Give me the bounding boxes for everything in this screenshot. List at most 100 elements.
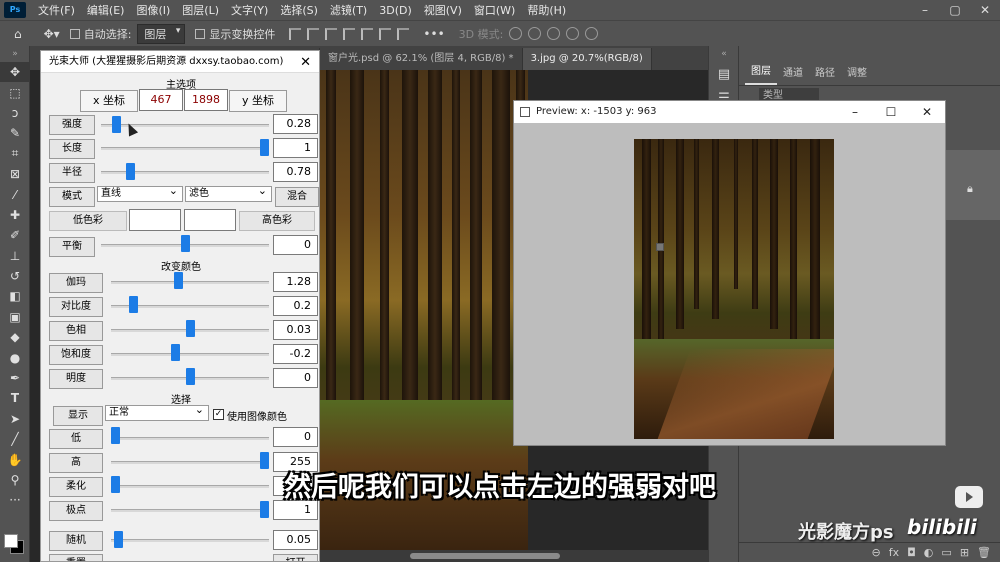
- pole-label[interactable]: 极点: [49, 501, 103, 521]
- orbit-3d-icon[interactable]: [509, 27, 523, 40]
- align-center-icon[interactable]: [307, 27, 320, 40]
- menu-layer[interactable]: 图层(L): [176, 2, 225, 18]
- align-right-icon[interactable]: [325, 27, 338, 40]
- brightness-slider[interactable]: [185, 368, 195, 385]
- high-threshold-label[interactable]: 高: [49, 453, 103, 473]
- soften-slider[interactable]: [111, 476, 120, 493]
- roll-3d-icon[interactable]: [528, 27, 542, 40]
- menu-file[interactable]: 文件(F): [32, 2, 81, 18]
- soften-label[interactable]: 柔化: [49, 477, 103, 497]
- balance-slider[interactable]: [180, 235, 190, 252]
- marquee-tool-icon[interactable]: ⬚: [0, 82, 30, 102]
- scrollbar-thumb[interactable]: [410, 553, 560, 559]
- blend-select[interactable]: 滤色: [185, 184, 272, 202]
- move-tool-icon[interactable]: ✥▾: [44, 24, 60, 44]
- align-bottom-icon[interactable]: [379, 27, 392, 40]
- eraser-tool-icon[interactable]: ◧: [0, 286, 30, 306]
- align-middle-icon[interactable]: [361, 27, 374, 40]
- close-icon[interactable]: ✕: [970, 0, 1000, 20]
- gamma-slider[interactable]: [173, 272, 183, 289]
- y-coordinate-input[interactable]: 1898: [184, 89, 228, 111]
- use-image-color-checkbox[interactable]: ✓: [213, 409, 224, 420]
- menu-select[interactable]: 选择(S): [274, 2, 324, 18]
- menu-help[interactable]: 帮助(H): [521, 2, 572, 18]
- history-brush-tool-icon[interactable]: ↺: [0, 266, 30, 286]
- contrast-slider[interactable]: [128, 296, 138, 313]
- low-threshold-slider[interactable]: [111, 427, 120, 444]
- doc-tab-window-light[interactable]: 窗户光.psd @ 62.1% (图层 4, RGB/8) *: [320, 48, 523, 70]
- radius-label[interactable]: 半径: [49, 163, 95, 183]
- low-color-swatch[interactable]: [129, 209, 181, 231]
- lock-icon[interactable]: 🔒︎: [967, 182, 973, 196]
- intensity-label[interactable]: 强度: [49, 115, 95, 135]
- minimize-icon[interactable]: –: [910, 0, 940, 20]
- move-tool-icon[interactable]: ✥: [0, 62, 30, 83]
- random-label[interactable]: 随机: [49, 531, 103, 551]
- menu-view[interactable]: 视图(V): [418, 2, 468, 18]
- length-track[interactable]: [101, 147, 269, 150]
- line-tool-icon[interactable]: ╱: [0, 429, 30, 449]
- length-value[interactable]: 1: [273, 138, 318, 158]
- brightness-value[interactable]: 0: [273, 368, 318, 388]
- healing-brush-tool-icon[interactable]: ✚: [0, 205, 30, 225]
- preview-close-icon[interactable]: ✕: [909, 101, 945, 123]
- home-icon[interactable]: ⌂: [14, 24, 22, 44]
- saturation-value[interactable]: -0.2: [273, 344, 318, 364]
- link-layers-icon[interactable]: ⊖: [871, 546, 880, 559]
- hue-value[interactable]: 0.03: [273, 320, 318, 340]
- high-threshold-track[interactable]: [111, 461, 269, 464]
- delete-layer-icon[interactable]: 🗑︎: [977, 546, 991, 559]
- reset-button[interactable]: 重置: [49, 554, 103, 561]
- maximize-icon[interactable]: ▢: [940, 0, 970, 20]
- align-top-icon[interactable]: [343, 27, 356, 40]
- align-left-icon[interactable]: [289, 27, 302, 40]
- quick-select-tool-icon[interactable]: ✎: [0, 123, 30, 143]
- scale-3d-icon[interactable]: [585, 27, 599, 40]
- eyedropper-tool-icon[interactable]: ⁄: [0, 184, 30, 204]
- random-track[interactable]: [111, 539, 269, 542]
- new-group-icon[interactable]: ▭: [941, 546, 951, 559]
- brush-tool-icon[interactable]: ✐: [0, 225, 30, 245]
- path-select-tool-icon[interactable]: ➤: [0, 409, 30, 429]
- gamma-track[interactable]: [111, 281, 269, 284]
- light-source-marker[interactable]: [656, 243, 664, 251]
- preview-image[interactable]: [634, 139, 834, 439]
- pan-3d-icon[interactable]: [547, 27, 561, 40]
- frame-tool-icon[interactable]: ⊠: [0, 164, 30, 184]
- clone-stamp-tool-icon[interactable]: ⊥: [0, 246, 30, 266]
- menu-image[interactable]: 图像(I): [130, 2, 176, 18]
- low-threshold-label[interactable]: 低: [49, 429, 103, 449]
- more-tools-icon[interactable]: ···: [0, 490, 30, 510]
- open-button[interactable]: 打开: [273, 554, 318, 561]
- layer-style-icon[interactable]: fx: [889, 546, 899, 559]
- low-threshold-value[interactable]: 0: [273, 427, 318, 447]
- x-coordinate-input[interactable]: 467: [139, 89, 183, 111]
- random-value[interactable]: 0.05: [273, 530, 318, 550]
- tab-channels[interactable]: 通道: [777, 64, 809, 85]
- menu-type[interactable]: 文字(Y): [225, 2, 274, 18]
- soften-track[interactable]: [111, 485, 269, 488]
- foreground-color-swatch[interactable]: [4, 534, 18, 548]
- hand-tool-icon[interactable]: ✋: [0, 449, 30, 469]
- mode-select[interactable]: 直线: [97, 184, 183, 202]
- auto-select-checkbox[interactable]: [69, 28, 80, 39]
- hue-slider[interactable]: [185, 320, 195, 337]
- toolbar-collapse-icon[interactable]: »: [0, 46, 30, 62]
- layer-dropdown[interactable]: 图层: [137, 23, 186, 44]
- show-transform-checkbox[interactable]: [195, 28, 206, 39]
- mix-button[interactable]: 混合: [275, 187, 319, 207]
- saturation-label[interactable]: 饱和度: [49, 345, 103, 365]
- blur-tool-icon[interactable]: ◆: [0, 327, 30, 347]
- tab-layers[interactable]: 图层: [745, 62, 777, 85]
- pole-track[interactable]: [111, 509, 269, 512]
- new-layer-icon[interactable]: ⊞: [960, 546, 969, 559]
- gradient-tool-icon[interactable]: ▣: [0, 307, 30, 327]
- menu-window[interactable]: 窗口(W): [468, 2, 521, 18]
- canvas-horizontal-scrollbar[interactable]: [320, 550, 708, 562]
- gamma-label[interactable]: 伽玛: [49, 273, 103, 293]
- radius-slider[interactable]: [126, 163, 136, 180]
- contrast-label[interactable]: 对比度: [49, 297, 103, 317]
- hue-label[interactable]: 色相: [49, 321, 103, 341]
- saturation-track[interactable]: [111, 353, 269, 356]
- plugin-close-icon[interactable]: ✕: [300, 55, 311, 70]
